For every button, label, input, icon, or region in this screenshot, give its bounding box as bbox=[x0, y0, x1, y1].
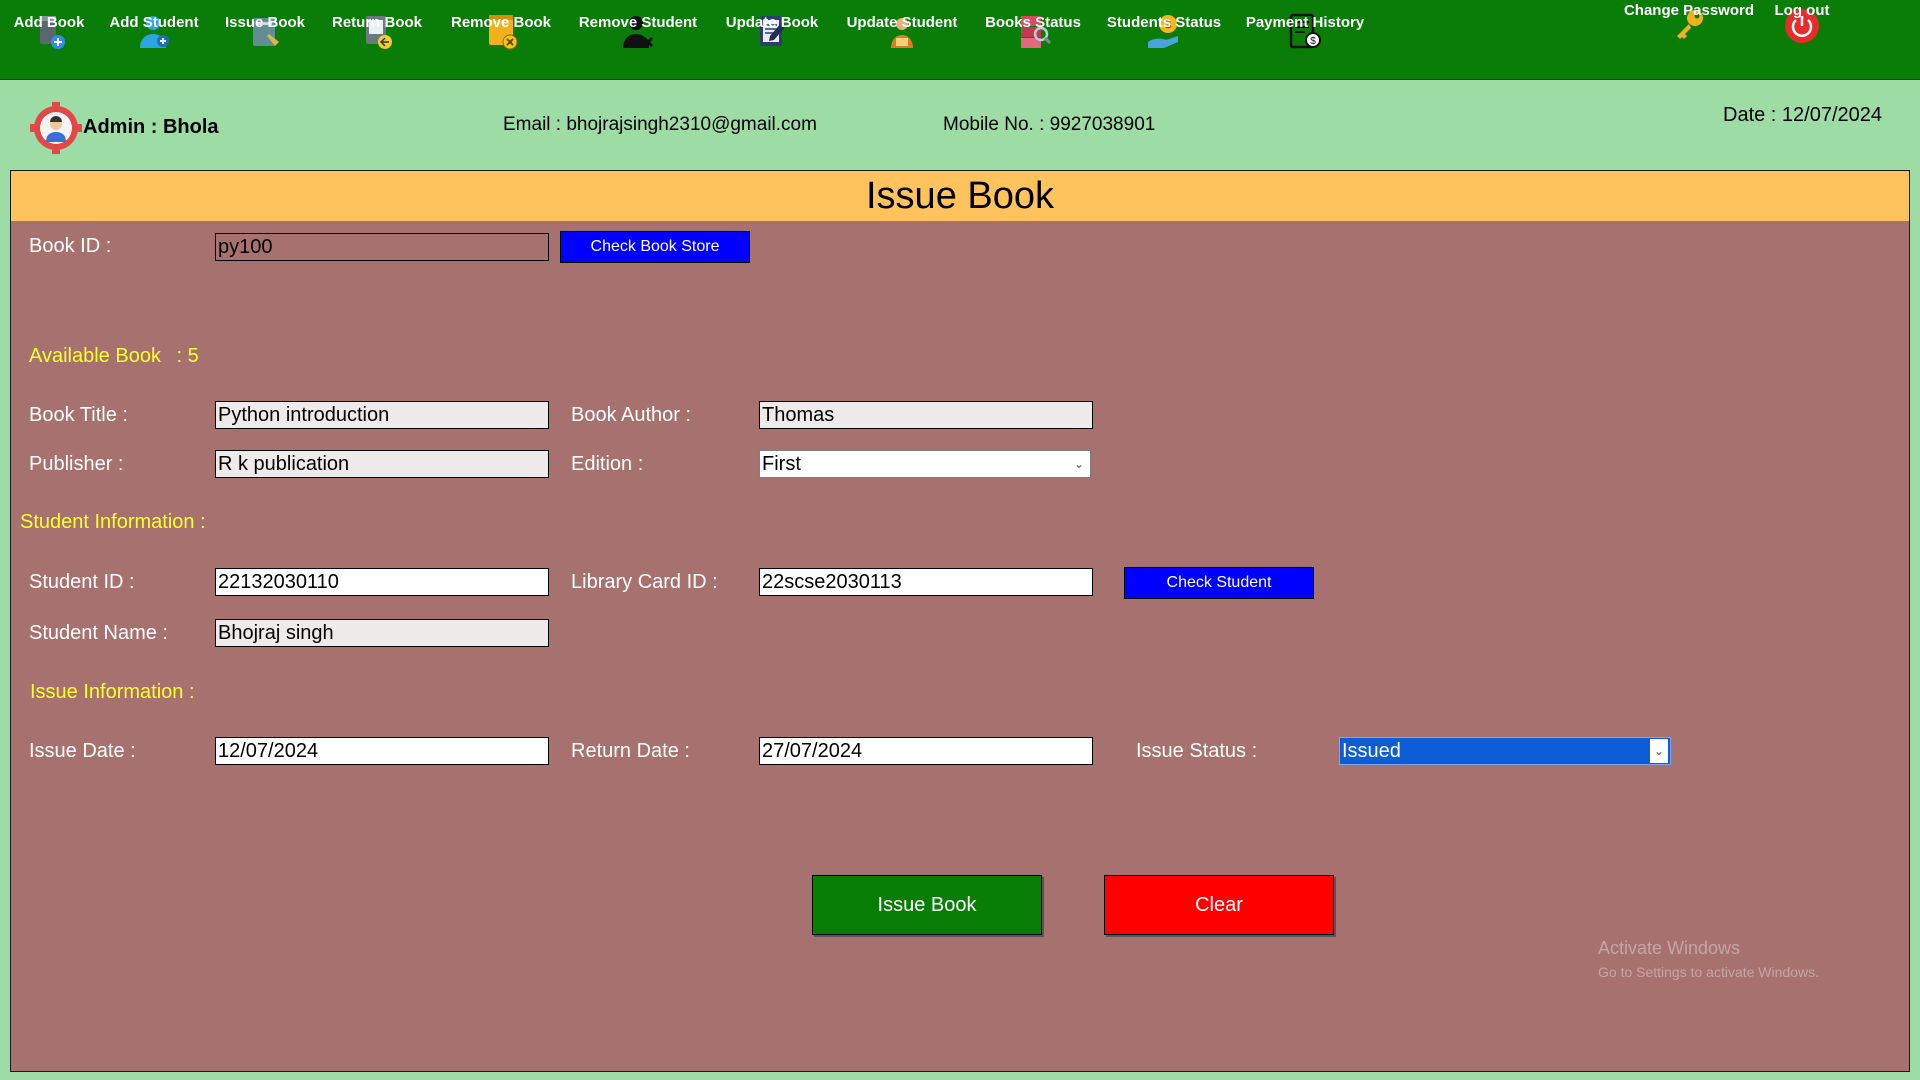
students-status-label: Students Status bbox=[1106, 14, 1222, 31]
publisher-label: Publisher : bbox=[29, 453, 124, 475]
current-date: Date : 12/07/2024 bbox=[1723, 104, 1883, 126]
update-book-button[interactable]: Update Book bbox=[725, 12, 819, 76]
book-id-input[interactable]: py100 bbox=[215, 233, 549, 261]
remove-student-label: Remove Student bbox=[578, 14, 698, 31]
issue-book-panel: Issue Book Book ID : py100 Check Book St… bbox=[10, 170, 1910, 1072]
library-card-label: Library Card ID : bbox=[571, 571, 718, 593]
update-student-button[interactable]: Update Student bbox=[844, 12, 960, 76]
student-id-label: Student ID : bbox=[29, 571, 135, 593]
return-date-label: Return Date : bbox=[571, 740, 690, 762]
clear-button[interactable]: Clear bbox=[1104, 875, 1334, 935]
issue-status-label: Issue Status : bbox=[1136, 740, 1258, 762]
change-password-label: Change Password bbox=[1623, 2, 1755, 19]
add-book-button[interactable]: Add Book bbox=[14, 12, 84, 76]
student-name-label: Student Name : bbox=[29, 622, 168, 644]
panel-title: Issue Book bbox=[11, 171, 1909, 221]
library-card-input[interactable]: 22scse2030113 bbox=[759, 568, 1093, 596]
chevron-down-icon[interactable]: ⌄ bbox=[1070, 453, 1088, 475]
issue-date-label: Issue Date : bbox=[29, 740, 136, 762]
edition-select[interactable]: First ⌄ bbox=[759, 450, 1091, 478]
return-book-label: Return Book bbox=[332, 14, 422, 31]
return-book-button[interactable]: Return Book bbox=[332, 12, 422, 76]
available-book-count: : 5 bbox=[176, 345, 199, 367]
issue-status-value: Issued bbox=[1342, 740, 1401, 762]
admin-avatar-icon bbox=[30, 102, 82, 154]
student-name-field[interactable]: Bhojraj singh bbox=[215, 619, 549, 647]
add-student-button[interactable]: Add Student bbox=[108, 12, 200, 76]
book-title-label: Book Title : bbox=[29, 404, 128, 426]
update-book-label: Update Book bbox=[725, 14, 819, 31]
book-author-field[interactable]: Thomas bbox=[759, 401, 1093, 429]
issue-information-heading: Issue Information : bbox=[30, 681, 195, 703]
admin-name: Admin : Bhola bbox=[83, 116, 219, 138]
available-book-text: Available Book bbox=[29, 345, 161, 367]
payment-history-button[interactable]: $ Payment History bbox=[1245, 12, 1365, 76]
logout-button[interactable]: Log out bbox=[1770, 2, 1834, 70]
issue-book-label: Issue Book bbox=[224, 14, 306, 31]
book-author-label: Book Author : bbox=[571, 404, 692, 426]
add-student-label: Add Student bbox=[109, 14, 199, 31]
issue-book-button[interactable]: Issue Book bbox=[812, 875, 1042, 935]
check-book-store-button[interactable]: Check Book Store bbox=[560, 231, 750, 263]
return-date-input[interactable]: 27/07/2024 bbox=[759, 737, 1093, 765]
check-student-button[interactable]: Check Student bbox=[1124, 567, 1314, 599]
publisher-field[interactable]: R k publication bbox=[215, 450, 549, 478]
change-password-button[interactable]: Change Password bbox=[1622, 2, 1756, 70]
issue-status-select[interactable]: Issued ⌄ bbox=[1339, 737, 1671, 765]
edition-label: Edition : bbox=[571, 453, 644, 475]
svg-text:$: $ bbox=[1310, 36, 1316, 47]
logout-label: Log out bbox=[1774, 2, 1830, 19]
books-status-label: Books Status bbox=[985, 14, 1081, 31]
students-status-button[interactable]: $ Students Status bbox=[1106, 12, 1222, 76]
available-book-label: Available Book : 5 bbox=[29, 345, 199, 368]
payment-history-label: Payment History bbox=[1245, 14, 1365, 31]
activate-windows-watermark: Activate Windows bbox=[1598, 938, 1741, 958]
books-status-button[interactable]: Books Status bbox=[984, 12, 1082, 76]
activate-windows-hint: Go to Settings to activate Windows. bbox=[1598, 964, 1819, 980]
add-book-label: Add Book bbox=[13, 14, 85, 31]
chevron-down-icon[interactable]: ⌄ bbox=[1650, 739, 1668, 763]
edition-value: First bbox=[762, 453, 801, 475]
issue-book-button[interactable]: Issue Book bbox=[223, 12, 307, 76]
remove-book-label: Remove Book bbox=[450, 14, 552, 31]
remove-book-button[interactable]: Remove Book bbox=[451, 12, 551, 76]
issue-date-input[interactable]: 12/07/2024 bbox=[215, 737, 549, 765]
update-student-label: Update Student bbox=[846, 14, 958, 31]
remove-student-button[interactable]: Remove Student bbox=[578, 12, 698, 76]
admin-mobile: Mobile No. : 9927038901 bbox=[943, 114, 1156, 135]
admin-email: Email : bhojrajsingh2310@gmail.com bbox=[503, 114, 817, 135]
book-title-field[interactable]: Python introduction bbox=[215, 401, 549, 429]
student-information-heading: Student Information : bbox=[20, 511, 206, 533]
student-id-input[interactable]: 22132030110 bbox=[215, 568, 549, 596]
book-id-label: Book ID : bbox=[29, 235, 112, 257]
main-toolbar: Add Book Add Student Issue Book Return B… bbox=[0, 0, 1920, 80]
